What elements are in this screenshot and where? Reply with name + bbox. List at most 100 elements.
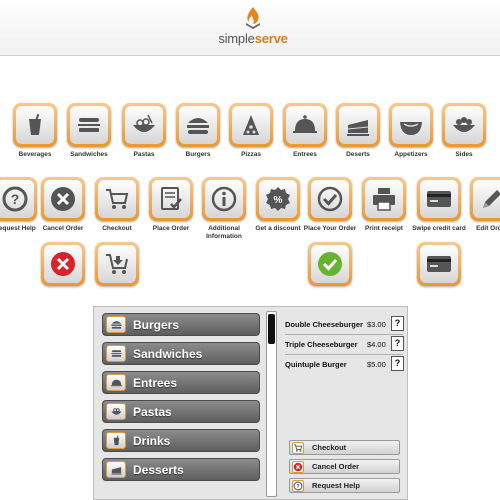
panel-category-sandwiches[interactable]: Sandwiches	[102, 342, 260, 365]
cancel-order-button[interactable]: Cancel Order	[289, 459, 400, 474]
cancel-order-label: Cancel Order	[312, 462, 360, 471]
request-help-label: Request Help	[312, 481, 360, 490]
action-print-receipt[interactable]: Print receipt	[353, 177, 415, 233]
action-checkout[interactable]: Checkout	[86, 177, 148, 233]
question-icon: ?	[293, 481, 303, 490]
action-edit-order[interactable]: Edit Order	[461, 177, 500, 233]
action-label: Cancel Order	[42, 225, 84, 232]
brand-logo: simpleserve	[208, 6, 298, 50]
action-place-your-order[interactable]: Place Your Order	[299, 177, 361, 233]
panel-category-label: Pastas	[133, 404, 172, 419]
cloche-icon	[110, 379, 122, 387]
order-item[interactable]: Quintuple Burger $5.00 ?	[285, 356, 405, 372]
category-label: Beverages	[18, 151, 52, 158]
order-item[interactable]: Double Cheeseburger $3.00 ?	[285, 316, 405, 332]
order-item-help-button[interactable]: ?	[391, 336, 404, 351]
panel-category-entrees[interactable]: Entrees	[102, 371, 260, 394]
sandwich-icon	[78, 118, 100, 132]
order-item-price: $4.00	[367, 340, 386, 349]
action-label: Print receipt	[365, 225, 403, 232]
x-circle-icon	[51, 187, 75, 211]
category-scrollbar[interactable]	[266, 311, 277, 497]
category-beverages[interactable]: Beverages	[4, 103, 66, 159]
scrollbar-thumb[interactable]	[268, 314, 275, 344]
glass-icon	[113, 435, 119, 446]
svg-text:?: ?	[296, 484, 300, 490]
alt-cancel-tile[interactable]	[32, 242, 94, 286]
category-label: Sides	[455, 151, 473, 158]
order-item-name: Triple Cheeseburger	[285, 340, 358, 349]
side-dish-icon	[453, 117, 475, 132]
category-pizzas[interactable]: Pizzas	[220, 103, 282, 159]
alt-checkout-tile[interactable]	[86, 242, 148, 286]
divider	[285, 334, 403, 335]
panel-category-pastas[interactable]: Pastas	[102, 400, 260, 423]
brand-name: simpleserve	[208, 31, 298, 46]
request-help-button[interactable]: ? Request Help	[289, 478, 400, 493]
red-x-icon	[293, 462, 303, 471]
cart-icon	[106, 189, 129, 209]
red-x-icon	[51, 252, 75, 276]
cake-icon	[110, 467, 122, 475]
divider	[285, 354, 403, 355]
order-item-price: $5.00	[367, 360, 386, 369]
order-item-name: Quintuple Burger	[285, 360, 347, 369]
order-item-help-button[interactable]: ?	[391, 356, 404, 371]
cloche-icon	[293, 115, 317, 133]
glass-icon	[29, 113, 41, 135]
panel-category-drinks[interactable]: Drinks	[102, 429, 260, 452]
category-pastas[interactable]: Pastas	[113, 103, 175, 159]
order-item-name: Double Cheeseburger	[285, 320, 363, 329]
svg-text:%: %	[274, 195, 283, 206]
category-label: Pastas	[133, 151, 155, 158]
action-cancel-order[interactable]: Cancel Order	[32, 177, 94, 233]
panel-category-desserts[interactable]: Desserts	[102, 458, 260, 481]
category-sandwiches[interactable]: Sandwiches	[58, 103, 120, 159]
panel-category-burgers[interactable]: Burgers	[102, 313, 260, 336]
green-check-icon	[318, 252, 342, 276]
sandwich-icon	[110, 350, 122, 357]
svg-text:?: ?	[11, 191, 20, 207]
checkout-button[interactable]: Checkout	[289, 440, 400, 455]
brand-bold: serve	[254, 31, 288, 46]
app-window: simpleserve Beverages Sandwiches Pastas …	[0, 0, 500, 500]
order-item-help-button[interactable]: ?	[391, 316, 404, 331]
order-item[interactable]: Triple Cheeseburger $4.00 ?	[285, 336, 405, 352]
bowl-icon	[400, 122, 422, 135]
flame-logo-icon	[246, 7, 260, 29]
burger-icon	[187, 118, 209, 134]
check-circle-icon	[317, 186, 343, 212]
question-icon: ?	[2, 186, 28, 212]
pasta-bowl-icon	[110, 408, 122, 415]
burger-icon	[110, 321, 122, 329]
panel-category-label: Entrees	[133, 375, 178, 390]
brand-light: simple	[218, 31, 255, 46]
checklist-icon	[161, 187, 182, 210]
order-item-price: $3.00	[367, 320, 386, 329]
panel-category-label: Sandwiches	[133, 346, 203, 361]
pasta-bowl-icon	[133, 114, 155, 132]
header-bar: simpleserve	[0, 0, 500, 56]
panel-category-label: Burgers	[133, 317, 180, 332]
action-label: Place Your Order	[303, 225, 357, 232]
category-label: Sandwiches	[70, 151, 108, 158]
pencil-icon	[483, 190, 500, 208]
panel-category-label: Drinks	[133, 433, 171, 448]
panel-category-label: Desserts	[133, 462, 184, 477]
action-label: Additional Information	[206, 225, 242, 240]
cart-download-icon	[106, 254, 128, 274]
action-label: Edit Order	[476, 225, 500, 232]
printer-icon	[373, 188, 395, 211]
category-sides[interactable]: Sides	[433, 103, 495, 159]
checkout-label: Checkout	[312, 443, 347, 452]
alt-card-tile[interactable]	[408, 242, 470, 286]
action-additional-information[interactable]: Additional Information	[193, 177, 255, 241]
cake-icon	[347, 120, 369, 136]
cart-icon	[294, 443, 303, 452]
action-label: Checkout	[102, 225, 132, 232]
percent-icon: %	[266, 187, 290, 211]
card-icon	[427, 256, 451, 272]
info-icon	[211, 186, 237, 212]
pizza-slice-icon	[243, 115, 259, 135]
alt-confirm-tile[interactable]	[299, 242, 361, 286]
